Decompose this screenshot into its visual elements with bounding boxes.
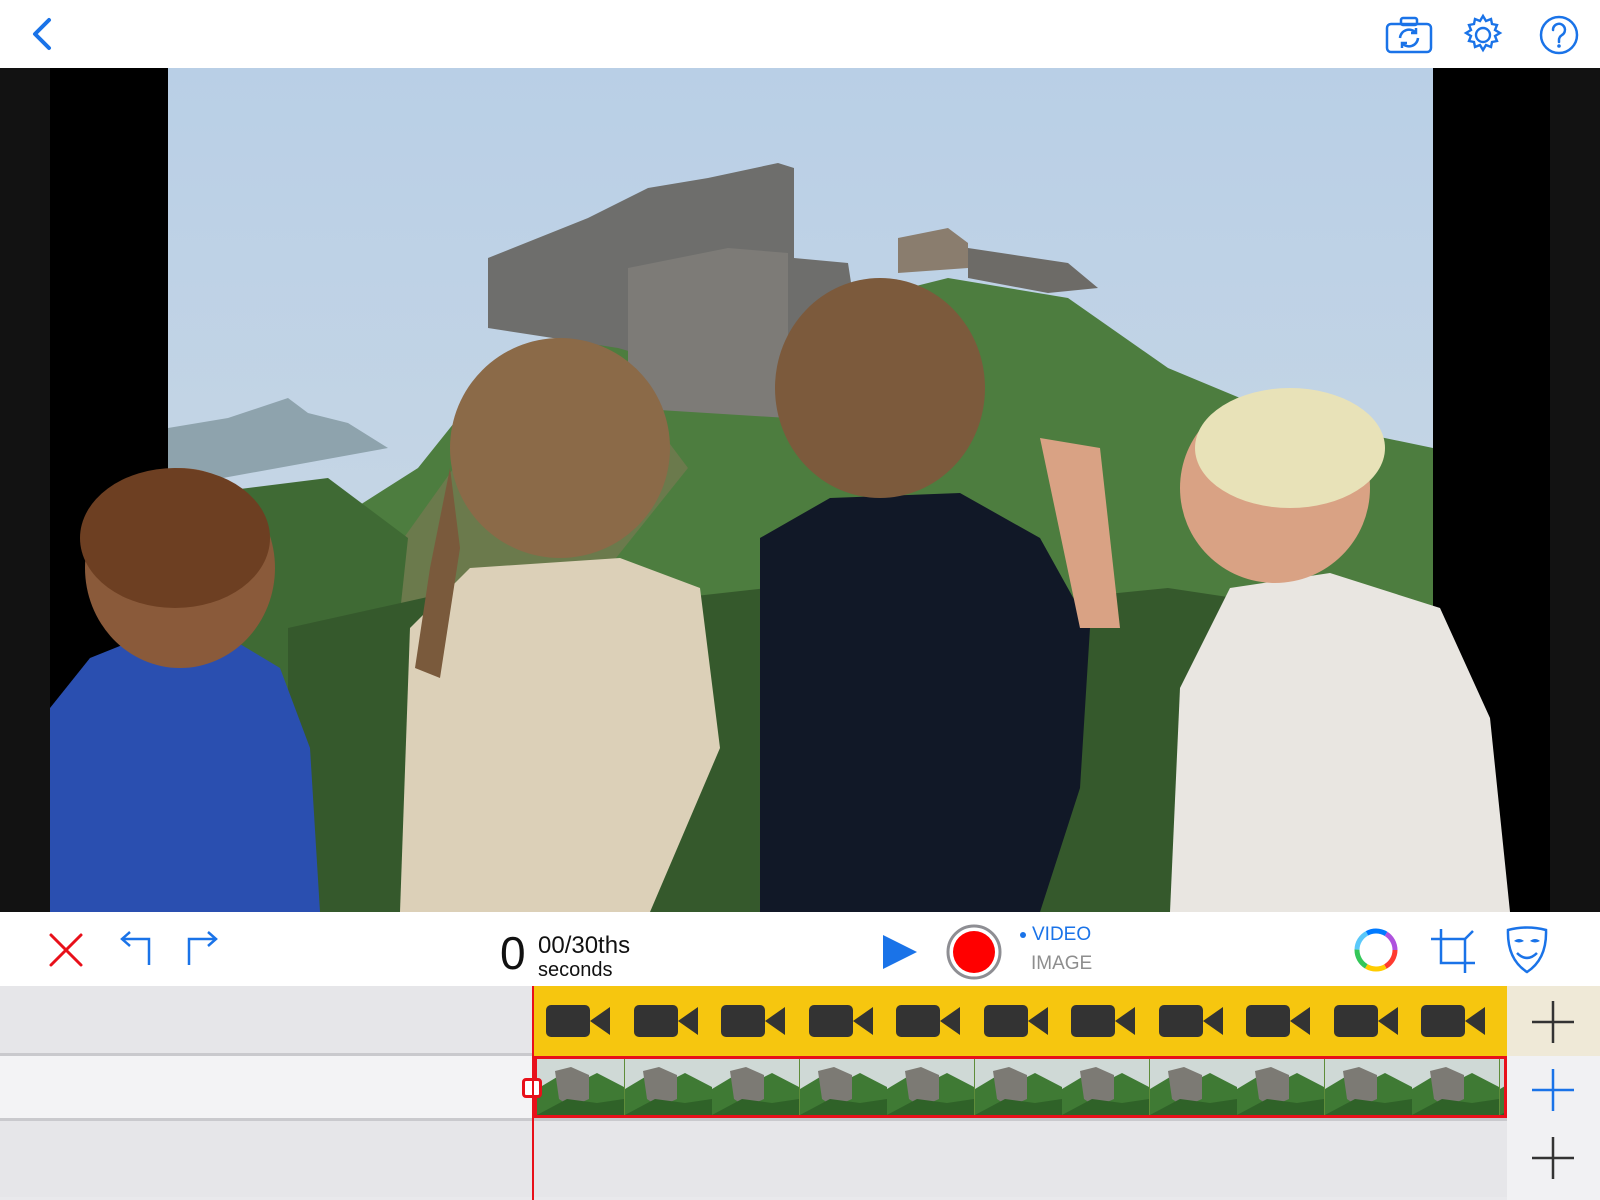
add-image-track-button[interactable] <box>1527 1064 1579 1116</box>
color-wheel-icon <box>1354 928 1398 972</box>
video-camera-icon <box>721 1005 785 1037</box>
undo-button[interactable] <box>112 926 158 972</box>
video-camera-icon <box>808 1005 873 1037</box>
mode-video-dot <box>1020 932 1026 938</box>
image-thumbnail <box>1149 1059 1237 1115</box>
redo-icon <box>187 931 218 965</box>
chevron-left-icon <box>33 18 51 50</box>
color-button[interactable] <box>1352 926 1400 974</box>
timecode-display: 0 00/30ths seconds <box>500 918 670 980</box>
timecode-fraction: 00/30ths <box>538 932 631 959</box>
video-camera-icon <box>896 1005 960 1037</box>
timecode-seconds: 0 <box>500 927 526 979</box>
image-thumbnail <box>974 1059 1062 1115</box>
back-button[interactable] <box>22 14 62 54</box>
gear-icon <box>1463 13 1503 53</box>
image-thumbnail <box>1412 1059 1499 1115</box>
record-button[interactable] <box>944 922 1004 982</box>
crop-button[interactable] <box>1428 926 1478 976</box>
video-camera-icon <box>1071 1005 1135 1037</box>
redo-button[interactable] <box>180 926 226 972</box>
plus-icon <box>1532 1001 1574 1043</box>
image-thumbnail <box>537 1059 624 1115</box>
video-camera-icon <box>983 1005 1048 1037</box>
undo-icon <box>120 931 151 965</box>
editor-controls: 0 00/30ths seconds VIDEO IMAGE <box>0 912 1600 986</box>
crop-icon <box>1431 929 1475 973</box>
play-icon <box>883 935 917 969</box>
preview-foreground-people <box>50 278 1510 912</box>
help-button[interactable] <box>1536 12 1582 58</box>
mask-icon <box>1506 926 1548 974</box>
video-camera-icon <box>1158 1005 1223 1037</box>
image-thumbnail <box>799 1059 887 1115</box>
playhead[interactable] <box>532 986 534 1200</box>
image-thumbnail <box>1237 1059 1324 1115</box>
video-camera-icon <box>633 1005 698 1037</box>
image-thumbnail <box>712 1059 799 1115</box>
image-thumbnail <box>887 1059 974 1115</box>
video-camera-icon <box>1421 1005 1485 1037</box>
image-thumbnail <box>1324 1059 1412 1115</box>
camera-switch-button[interactable] <box>1384 14 1434 56</box>
plus-icon <box>1532 1069 1574 1111</box>
mask-button[interactable] <box>1502 924 1552 976</box>
top-bar <box>0 0 1600 68</box>
camera-switch-icon <box>1385 16 1433 54</box>
video-camera-icon <box>1246 1005 1310 1037</box>
mode-image[interactable]: IMAGE <box>1031 953 1092 975</box>
help-icon <box>1539 15 1579 55</box>
image-thumbnail <box>1499 1059 1504 1115</box>
video-camera-icon <box>546 1005 610 1037</box>
delete-button[interactable] <box>44 928 88 972</box>
record-icon <box>946 924 1002 980</box>
mode-video[interactable]: VIDEO <box>1032 924 1091 946</box>
plus-icon <box>1532 1137 1574 1179</box>
play-button[interactable] <box>874 928 924 976</box>
close-icon <box>49 933 83 967</box>
add-track-button[interactable] <box>1527 1132 1579 1184</box>
timeline[interactable] <box>0 986 1600 1200</box>
image-thumbnail <box>624 1059 712 1115</box>
image-clip[interactable] <box>534 1056 1507 1118</box>
settings-button[interactable] <box>1460 12 1506 58</box>
timecode-unit: seconds <box>538 959 613 981</box>
add-video-track-button[interactable] <box>1527 996 1579 1048</box>
add-track-column <box>1507 986 1600 1200</box>
timeline-track-empty[interactable] <box>0 1121 1507 1197</box>
video-clip[interactable] <box>534 986 1507 1056</box>
image-thumbnail <box>1062 1059 1149 1115</box>
video-camera-icon <box>1333 1005 1398 1037</box>
video-preview[interactable] <box>0 68 1600 912</box>
